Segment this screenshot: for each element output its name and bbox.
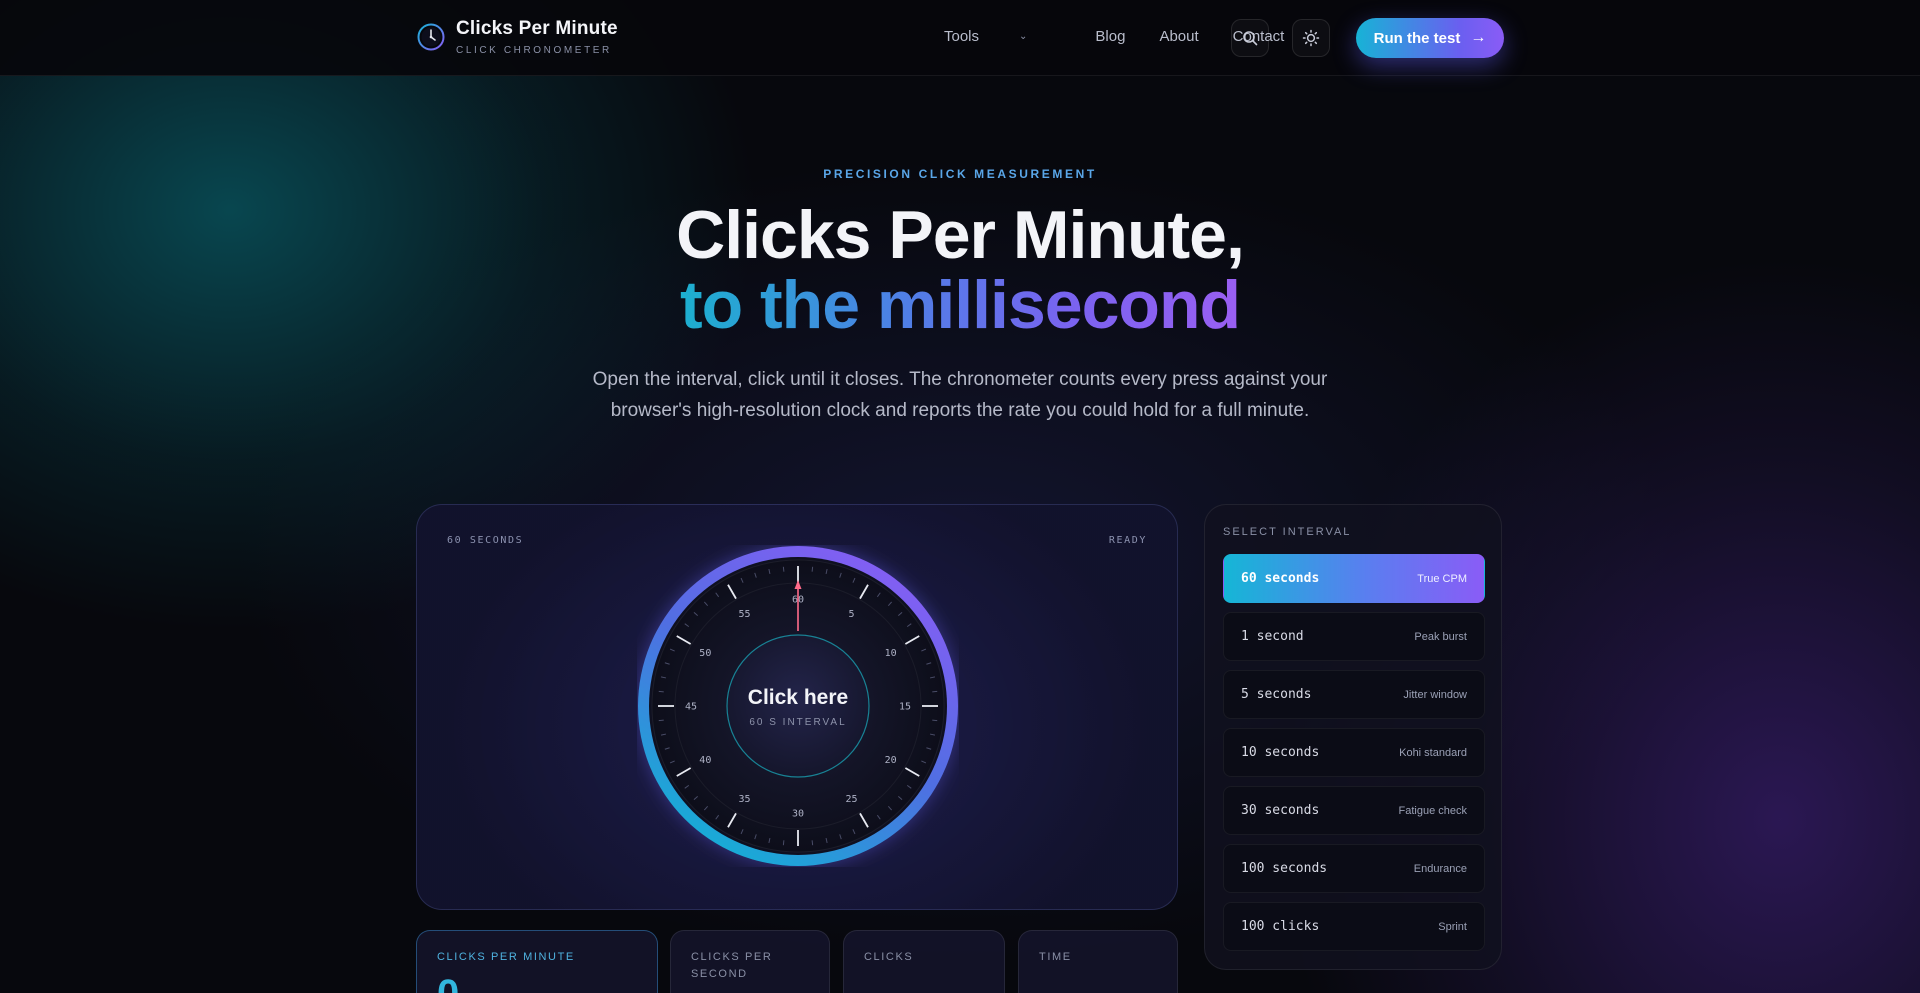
stat-cps: CLICKS PER SECOND	[670, 930, 830, 993]
arrow-right-icon: →	[1470, 29, 1487, 46]
dial-number: 10	[885, 648, 897, 659]
hero-title-line1: Clicks Per Minute,	[676, 197, 1245, 273]
minor-tick	[811, 566, 814, 572]
interval-option-6[interactable]: 100 clicks Sprint	[1223, 902, 1485, 951]
interval-option-3[interactable]: 10 seconds Kohi standard	[1223, 728, 1485, 777]
interval-option-4[interactable]: 30 seconds Fatigue check	[1223, 786, 1485, 835]
dial-number: 35	[738, 794, 750, 805]
sun-icon	[1302, 29, 1320, 47]
nav-tools-label: Tools	[944, 28, 980, 45]
interval-option-label: 10 seconds	[1241, 745, 1320, 760]
hero-title: Clicks Per Minute, to the millisecond	[0, 200, 1920, 340]
stat-cpm-value: 0	[437, 972, 657, 993]
hero-eyebrow: PRECISION CLICK MEASUREMENT	[823, 167, 1097, 181]
interval-sublabel: 60 S INTERVAL	[749, 717, 846, 728]
interval-option-tag: Peak burst	[1414, 630, 1467, 643]
dial-number: 50	[699, 648, 711, 659]
nav-blog[interactable]: Blog	[1095, 28, 1125, 45]
minor-tick	[658, 719, 664, 722]
interval-option-tag: Fatigue check	[1398, 804, 1467, 817]
run-test-label: Run the test	[1373, 29, 1461, 47]
interval-option-tag: Endurance	[1413, 862, 1467, 875]
interval-option-0[interactable]: 60 seconds True CPM	[1223, 554, 1485, 603]
search-button[interactable]	[1231, 19, 1269, 57]
stat-clicks-label: CLICKS	[864, 951, 914, 963]
chronometer-dial[interactable]: 60510152025303540455055 Click here 60 S …	[637, 545, 959, 867]
nav-tools[interactable]: Tools ⌄	[944, 28, 1061, 45]
interval-option-label: 100 seconds	[1241, 861, 1328, 876]
search-icon	[1243, 31, 1258, 46]
interval-option-1[interactable]: 1 second Peak burst	[1223, 612, 1485, 661]
interval-option-tag: True CPM	[1417, 572, 1467, 585]
dial-number: 40	[699, 755, 711, 766]
minor-tick	[782, 840, 785, 846]
dial-number: 15	[899, 702, 911, 713]
stat-cpm-label: CLICKS PER MINUTE	[437, 951, 575, 963]
interval-panel: SELECT INTERVAL 60 seconds True CPM 1 seco…	[1204, 504, 1502, 970]
interval-label: 60 SECONDS	[447, 535, 524, 546]
clock-logo-icon	[417, 23, 445, 51]
hero-title-line2: to the millisecond	[679, 267, 1241, 343]
status-label: READY	[1108, 535, 1147, 546]
interval-option-label: 1 second	[1241, 629, 1304, 644]
interval-panel-title: SELECT INTERVAL	[1223, 526, 1352, 538]
stat-cpm: CLICKS PER MINUTE 0	[416, 930, 658, 993]
dial-number: 45	[685, 702, 697, 713]
hero-lead: Open the interval, click until it closes…	[592, 369, 1328, 421]
top-navbar: Clicks Per Minute CLICK CHRONOMETER Tool…	[0, 0, 1920, 76]
dial-number: 20	[885, 755, 897, 766]
dial-number: 30	[792, 809, 804, 820]
interval-option-tag: Kohi standard	[1399, 746, 1467, 759]
interval-option-tag: Jitter window	[1403, 688, 1467, 701]
run-test-button[interactable]: Run the test →	[1356, 18, 1504, 58]
brand-subtitle: CLICK CHRONOMETER	[456, 45, 612, 56]
minor-tick	[782, 566, 785, 572]
dial-number: 55	[738, 609, 750, 620]
interval-option-label: 5 seconds	[1241, 687, 1312, 702]
minor-tick	[658, 690, 664, 693]
click-here-label: Click here	[748, 686, 848, 709]
dial-number: 5	[848, 609, 854, 620]
nav-about[interactable]: About	[1159, 28, 1198, 45]
stat-time-label: TIME	[1039, 951, 1072, 963]
interval-option-2[interactable]: 5 seconds Jitter window	[1223, 670, 1485, 719]
brand[interactable]: Clicks Per Minute CLICK CHRONOMETER	[416, 18, 618, 56]
minor-tick	[932, 719, 938, 722]
dial-svg: 60510152025303540455055 Click here 60 S …	[638, 546, 958, 866]
minor-tick	[811, 840, 814, 846]
stat-clicks: CLICKS	[843, 930, 1005, 993]
dial-number: 25	[845, 794, 857, 805]
chevron-down-icon: ⌄	[1019, 31, 1028, 42]
interval-option-tag: Sprint	[1438, 920, 1467, 933]
interval-option-label: 100 clicks	[1241, 919, 1320, 934]
interval-option-label: 60 seconds	[1241, 571, 1320, 586]
interval-option-5[interactable]: 100 seconds Endurance	[1223, 844, 1485, 893]
theme-toggle-button[interactable]	[1292, 19, 1330, 57]
stat-cps-label: CLICKS PER SECOND	[691, 951, 773, 980]
minor-tick	[932, 690, 938, 693]
brand-title: Clicks Per Minute	[456, 18, 618, 39]
interval-option-label: 30 seconds	[1241, 803, 1320, 818]
test-card: 60 SECONDS READY 5 10 15 20 25 30 35 40 …	[416, 504, 1178, 910]
stat-time: TIME	[1018, 930, 1178, 993]
